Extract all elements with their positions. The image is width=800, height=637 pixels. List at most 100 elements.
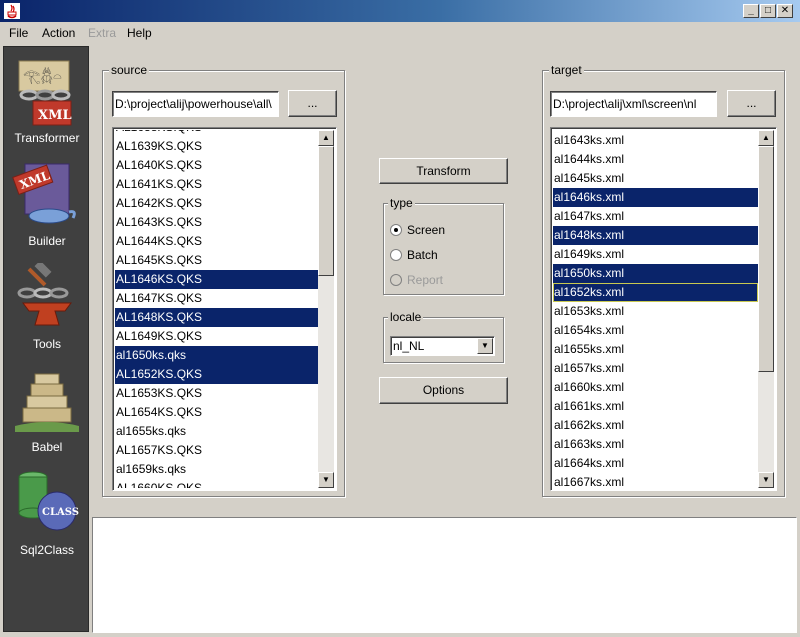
list-item[interactable]: AL1647KS.QKS — [115, 289, 318, 308]
list-item[interactable]: al1644ks.xml — [553, 150, 758, 169]
babel-tower-icon — [15, 373, 79, 432]
list-item[interactable]: al1650ks.xml — [553, 264, 758, 283]
list-item[interactable]: al1662ks.xml — [553, 416, 758, 435]
scroll-thumb[interactable] — [318, 146, 334, 276]
java-app-icon — [4, 3, 20, 19]
list-item[interactable]: AL1653KS.QKS — [115, 384, 318, 403]
scroll-up-arrow-icon[interactable]: ▲ — [758, 130, 774, 146]
source-scrollbar[interactable]: ▲ ▼ — [318, 130, 334, 488]
list-item[interactable]: al1657ks.xml — [553, 359, 758, 378]
list-item[interactable]: AL1645KS.QKS — [115, 251, 318, 270]
minimize-button[interactable]: _ — [743, 4, 759, 18]
list-item[interactable]: AL1654KS.QKS — [115, 403, 318, 422]
type-group: type Screen Batch Report — [383, 196, 504, 295]
scroll-thumb[interactable] — [758, 146, 774, 372]
list-item[interactable]: al1652ks.xml — [553, 283, 758, 302]
sidebar-item-label: Sql2Class — [19, 543, 75, 557]
scroll-down-arrow-icon[interactable]: ▼ — [758, 472, 774, 488]
source-file-list[interactable]: AL1638KS.QKSAL1639KS.QKSAL1640KS.QKSAL16… — [112, 127, 337, 491]
menu-extra[interactable]: Extra — [88, 26, 116, 40]
main-panel: source D:\project\alij\powerhouse\all\ .… — [92, 46, 797, 516]
source-path-field[interactable]: D:\project\alij\powerhouse\all\ — [112, 91, 279, 117]
sidebar-item-builder[interactable]: XML Builder — [4, 160, 90, 250]
list-item[interactable]: al1659ks.qks — [115, 460, 318, 479]
scroll-down-arrow-icon[interactable]: ▼ — [318, 472, 334, 488]
target-scrollbar[interactable]: ▲ ▼ — [758, 130, 774, 488]
list-item[interactable]: al1660ks.xml — [553, 378, 758, 397]
list-item[interactable]: al1649ks.xml — [553, 245, 758, 264]
maximize-button[interactable]: □ — [760, 4, 776, 18]
list-item[interactable]: al1664ks.xml — [553, 454, 758, 473]
target-file-list[interactable]: al1643ks.xml al1644ks.xml al1645ks.xml al16… — [550, 127, 777, 491]
tool-sidebar: 𓂀𓆣𓏏 XML Transformer XML Builder Tools Ba… — [3, 46, 89, 632]
svg-text:CLASS: CLASS — [42, 507, 79, 518]
list-item[interactable]: AL1657KS.QKS — [115, 441, 318, 460]
list-item[interactable]: AL1644KS.QKS — [115, 232, 318, 251]
radio-label: Screen — [407, 223, 446, 237]
radio-label: Report — [407, 273, 444, 287]
close-button[interactable]: ✕ — [777, 4, 793, 18]
sidebar-item-sql2class[interactable]: CLASS Sql2Class — [4, 469, 90, 559]
list-item[interactable]: AL1646KS.QKS — [115, 270, 318, 289]
sql2class-database-icon: CLASS — [18, 471, 79, 531]
options-button[interactable]: Options — [379, 377, 508, 404]
list-item[interactable]: al1648ks.xml — [553, 226, 758, 245]
target-group-title: target — [549, 63, 584, 77]
list-item[interactable]: al1655ks.qks — [115, 422, 318, 441]
radio-report[interactable]: Report — [390, 272, 498, 288]
menu-file[interactable]: File — [9, 26, 28, 40]
output-console[interactable] — [92, 517, 797, 633]
locale-group: locale nl_NL ▼ — [383, 310, 504, 363]
list-item[interactable]: AL1652KS.QKS — [115, 365, 318, 384]
radio-button-checked[interactable] — [390, 224, 402, 236]
chevron-down-icon[interactable]: ▼ — [477, 338, 493, 354]
list-item[interactable]: al1646ks.xml — [553, 188, 758, 207]
radio-screen[interactable]: Screen — [390, 222, 498, 238]
list-item[interactable]: al1653ks.xml — [553, 302, 758, 321]
type-group-title: type — [388, 196, 415, 210]
sidebar-item-label: Builder — [28, 234, 66, 248]
sidebar-item-label: Tools — [32, 337, 61, 351]
transform-button[interactable]: Transform — [379, 158, 508, 184]
sidebar-item-label: Babel — [31, 440, 63, 454]
menu-action[interactable]: Action — [42, 26, 75, 40]
scroll-up-arrow-icon[interactable]: ▲ — [318, 130, 334, 146]
locale-select[interactable]: nl_NL ▼ — [390, 336, 495, 356]
list-item[interactable]: AL1642KS.QKS — [115, 194, 318, 213]
builder-xml-icon: XML — [12, 163, 76, 224]
radio-button-disabled[interactable] — [390, 274, 402, 286]
list-item[interactable]: AL1640KS.QKS — [115, 156, 318, 175]
list-item[interactable]: al1647ks.xml — [553, 207, 758, 226]
target-browse-button[interactable]: ... — [727, 90, 776, 117]
list-item[interactable]: AL1648KS.QKS — [115, 308, 318, 327]
list-item[interactable]: al1645ks.xml — [553, 169, 758, 188]
target-path-field[interactable]: D:\project\alij\xml\screen\nl — [550, 91, 717, 117]
list-item[interactable]: al1667ks.xml — [553, 473, 758, 488]
sidebar-item-babel[interactable]: Babel — [4, 366, 90, 456]
source-group-title: source — [109, 63, 150, 77]
list-item[interactable]: al1663ks.xml — [553, 435, 758, 454]
list-item[interactable]: al1654ks.xml — [553, 321, 758, 340]
menu-help[interactable]: Help — [127, 26, 152, 40]
radio-button[interactable] — [390, 249, 402, 261]
list-item[interactable]: AL1643KS.QKS — [115, 213, 318, 232]
sidebar-item-transformer[interactable]: 𓂀𓆣𓏏 XML Transformer — [4, 57, 90, 147]
title-bar: _ □ ✕ — [0, 0, 800, 22]
radio-batch[interactable]: Batch — [390, 247, 498, 263]
list-item[interactable]: AL1638KS.QKS — [115, 130, 318, 137]
target-rows: al1643ks.xml al1644ks.xml al1645ks.xml al16… — [553, 130, 758, 488]
list-item[interactable]: al1643ks.xml — [553, 131, 758, 150]
list-item[interactable]: al1655ks.xml — [553, 340, 758, 359]
list-item[interactable]: AL1649KS.QKS — [115, 327, 318, 346]
tools-anvil-icon — [17, 263, 72, 326]
source-browse-button[interactable]: ... — [288, 90, 337, 117]
list-item[interactable]: al1650ks.qks — [115, 346, 318, 365]
target-group: target D:\project\alij\xml\screen\nl ...… — [542, 63, 785, 497]
list-item[interactable]: al1661ks.xml — [553, 397, 758, 416]
list-item[interactable]: AL1641KS.QKS — [115, 175, 318, 194]
list-item[interactable]: AL1639KS.QKS — [115, 137, 318, 156]
sidebar-item-tools[interactable]: Tools — [4, 263, 90, 353]
source-rows: AL1638KS.QKSAL1639KS.QKSAL1640KS.QKSAL16… — [115, 130, 318, 488]
list-item[interactable]: AL1660KS.QKS — [115, 479, 318, 488]
transformer-xml-icon: 𓂀𓆣𓏏 XML — [18, 60, 72, 126]
